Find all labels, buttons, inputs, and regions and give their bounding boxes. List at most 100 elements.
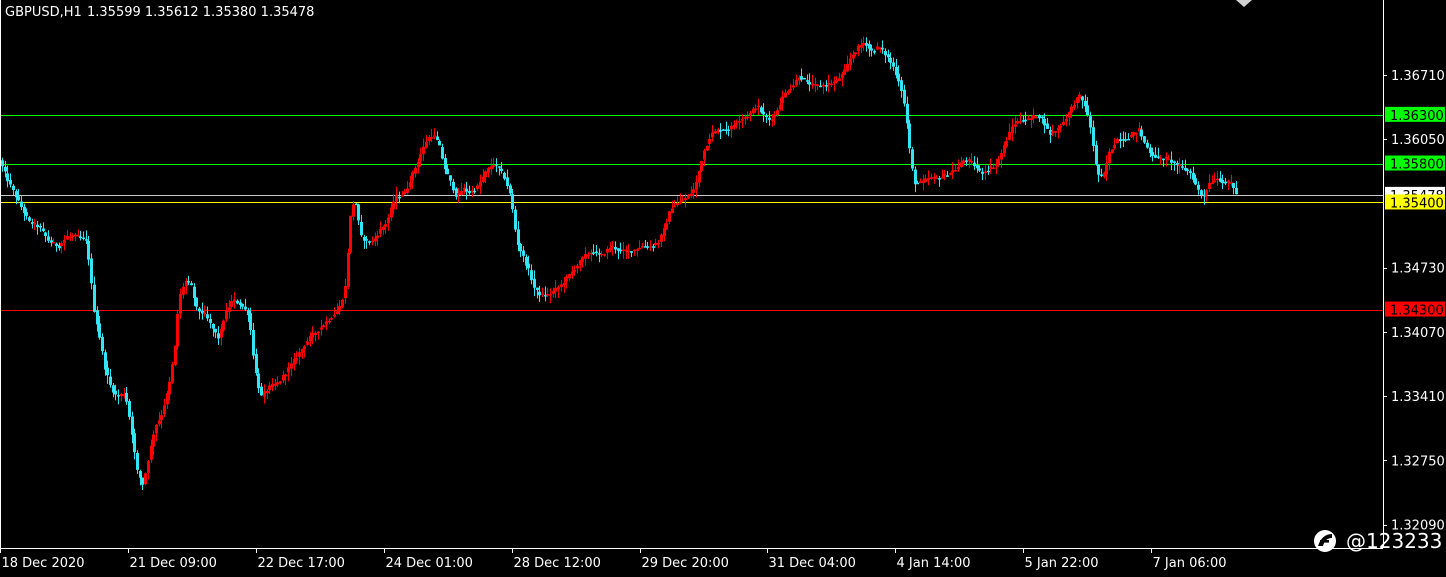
candle-body (668, 211, 671, 222)
candle-body (1111, 149, 1114, 154)
candle-body (870, 48, 873, 51)
candle-body (1211, 182, 1214, 185)
candle-body (1143, 136, 1146, 143)
level-price-tag-0: 1.36300 (1390, 109, 1444, 124)
candle-body (1213, 180, 1216, 183)
candle-body (203, 312, 206, 314)
candle-body (479, 181, 482, 187)
candle-body (25, 212, 28, 216)
candle-body (816, 84, 819, 87)
candle-body (290, 363, 293, 369)
candle-body (673, 205, 676, 208)
candle-body (333, 314, 336, 317)
candle-body (193, 286, 196, 298)
candle-body (17, 196, 20, 201)
candle-body (592, 252, 595, 254)
x-tick-label: 31 Dec 04:00 (769, 556, 856, 571)
candle-body (690, 193, 693, 197)
candle-body (557, 287, 560, 290)
candle-body (541, 293, 544, 295)
candle-body (230, 301, 233, 307)
candle-body (465, 188, 468, 192)
candle-body (1105, 163, 1108, 175)
candle-body (74, 234, 77, 237)
candle-body (436, 136, 439, 140)
candle-body (603, 254, 606, 256)
candle-body (522, 250, 525, 256)
candle-body (919, 181, 922, 183)
candle-body (941, 177, 944, 179)
candle-body (133, 433, 136, 453)
candle-body (865, 42, 868, 46)
chart-window[interactable]: 1.36710 1.36050 1.34730 1.34070 1.33410 1.327… (0, 0, 1446, 577)
candle-body (884, 51, 887, 56)
candle-body (166, 393, 169, 405)
candle-body (174, 345, 177, 366)
candle-body (806, 80, 809, 82)
candle-body (484, 171, 487, 177)
candle-body (860, 45, 863, 48)
candle-body (1100, 174, 1103, 177)
candle-body (822, 84, 825, 87)
candle-body (1054, 131, 1057, 133)
candle-body (1030, 118, 1033, 120)
candle-body (136, 452, 139, 470)
candle-body (106, 367, 109, 376)
candle-body (120, 393, 123, 397)
candle-body (573, 270, 576, 272)
candle-body (131, 416, 134, 435)
candle-body (609, 247, 612, 251)
candle-body (808, 81, 811, 85)
candle-body (627, 250, 630, 252)
candle-body (846, 63, 849, 72)
level-price-tag-1: 1.35800 (1390, 158, 1444, 173)
y-tick-label: 1.33410 (1391, 390, 1445, 405)
candle-body (1016, 121, 1019, 124)
candle-body (1008, 131, 1011, 140)
price-chart[interactable]: 1.36710 1.36050 1.34730 1.34070 1.33410 1.327… (0, 0, 1446, 577)
candle-body (306, 341, 309, 345)
y-tick-label: 1.34730 (1391, 262, 1445, 277)
candle-body (314, 332, 317, 335)
candle-body (962, 160, 965, 164)
candle-body (563, 283, 566, 285)
candle-body (1165, 156, 1168, 159)
candle-body (581, 257, 584, 262)
candle-body (139, 470, 142, 478)
candle-body (676, 203, 679, 206)
candle-body (771, 119, 774, 121)
candle-body (20, 201, 23, 207)
candle-body (325, 321, 328, 325)
candle-body (1024, 119, 1027, 122)
candle-body (1132, 132, 1135, 136)
candle-body (1208, 182, 1211, 189)
candle-body (1019, 121, 1022, 123)
candle-body (384, 224, 387, 227)
candle-body (28, 217, 31, 221)
candle-body (382, 226, 385, 231)
candle-body (708, 138, 711, 144)
candle-body (12, 185, 15, 190)
candle-body (144, 473, 147, 485)
candle-body (379, 229, 382, 234)
candle-body (536, 287, 539, 290)
candle-body (838, 78, 841, 81)
candle-body (1154, 154, 1157, 158)
candle-body (692, 189, 695, 193)
candle-body (1073, 105, 1076, 108)
candle-body (706, 145, 709, 151)
candle-body (387, 217, 390, 224)
candle-body (995, 164, 998, 166)
candle-body (857, 45, 860, 51)
candle-body (109, 376, 112, 385)
candle-body (376, 235, 379, 239)
candle-body (762, 111, 765, 115)
candle-body (1046, 123, 1049, 129)
candle-body (1003, 145, 1006, 153)
candle-body (1011, 126, 1014, 134)
candle-body (630, 251, 633, 253)
candle-body (997, 159, 1000, 165)
candle-body (606, 248, 609, 253)
candle-body (1038, 115, 1041, 119)
ohlc-readout: 1.35599 1.35612 1.35380 1.35478 (87, 5, 314, 20)
